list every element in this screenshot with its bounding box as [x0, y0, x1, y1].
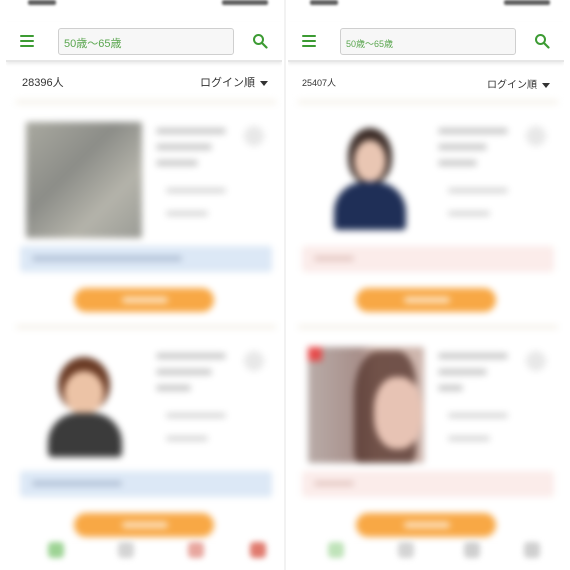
like-icon[interactable] [244, 126, 264, 146]
profile-photo[interactable] [26, 347, 142, 463]
nav-likes-icon[interactable] [118, 542, 134, 558]
status-bar [6, 0, 282, 12]
like-button[interactable] [356, 288, 496, 312]
status-icons [504, 0, 550, 5]
nav-messages-icon[interactable] [464, 542, 480, 558]
like-icon[interactable] [526, 126, 546, 146]
profile-card[interactable] [16, 100, 276, 325]
profile-photo[interactable] [26, 122, 142, 238]
new-badge [308, 347, 322, 361]
profile-info [156, 128, 226, 176]
search-input[interactable]: 50歳〜65歳 [340, 28, 516, 55]
profile-info [438, 353, 508, 401]
status-icons [222, 0, 268, 5]
like-button[interactable] [74, 288, 214, 312]
search-icon[interactable] [252, 33, 268, 49]
profile-photo[interactable] [308, 122, 424, 238]
search-header: 50歳〜65歳 [6, 22, 282, 62]
profile-message [302, 246, 554, 272]
result-count: 28396人 [22, 77, 64, 89]
result-count: 25407人 [302, 78, 337, 88]
nav-mypage-icon[interactable] [250, 542, 266, 558]
profile-info [156, 353, 226, 401]
profile-message [302, 471, 554, 497]
bottom-navigation [288, 526, 564, 570]
profile-card[interactable] [298, 100, 558, 325]
profile-details [166, 413, 226, 459]
profile-info [438, 128, 508, 176]
profile-details [448, 188, 508, 234]
sort-label: ログイン順 [487, 80, 537, 91]
nav-likes-icon[interactable] [398, 542, 414, 558]
status-time [310, 0, 338, 5]
profile-photo[interactable] [308, 347, 424, 463]
profile-card[interactable] [298, 325, 558, 550]
nav-mypage-icon[interactable] [524, 542, 540, 558]
status-bar [288, 0, 564, 12]
caret-down-icon [260, 80, 268, 86]
result-bar: 25407人 ログイン順 [288, 66, 564, 98]
nav-search-icon[interactable] [328, 542, 344, 558]
profile-message [20, 246, 272, 272]
search-input[interactable]: 50歳〜65歳 [58, 28, 234, 55]
profile-feed [6, 100, 282, 570]
left-screen: 50歳〜65歳 28396人 ログイン順 [6, 0, 282, 570]
search-icon[interactable] [534, 33, 550, 49]
profile-details [448, 413, 508, 459]
sort-label: ログイン順 [200, 77, 255, 89]
nav-search-icon[interactable] [48, 542, 64, 558]
profile-feed [288, 100, 564, 570]
status-time [28, 0, 56, 5]
hamburger-menu-icon[interactable] [302, 35, 316, 47]
profile-card[interactable] [16, 325, 276, 550]
nav-messages-icon[interactable] [188, 542, 204, 558]
sort-dropdown[interactable]: ログイン順 [487, 76, 550, 91]
search-header: 50歳〜65歳 [288, 22, 564, 62]
result-bar: 28396人 ログイン順 [6, 66, 282, 98]
right-screen: 50歳〜65歳 25407人 ログイン順 [288, 0, 564, 570]
screen-divider [284, 0, 286, 570]
sort-dropdown[interactable]: ログイン順 [200, 74, 268, 90]
profile-message [20, 471, 272, 497]
hamburger-menu-icon[interactable] [20, 35, 34, 47]
bottom-navigation [6, 526, 282, 570]
like-icon[interactable] [244, 351, 264, 371]
profile-details [166, 188, 226, 234]
caret-down-icon [542, 82, 550, 88]
like-icon[interactable] [526, 351, 546, 371]
